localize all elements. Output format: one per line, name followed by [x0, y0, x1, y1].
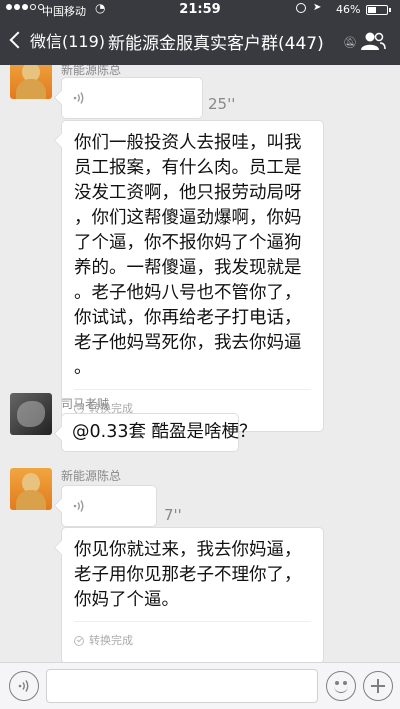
back-button[interactable]: 微信(119)	[8, 28, 105, 52]
transcription-line: 。	[74, 358, 92, 378]
transcription-line: 你试试，你再给老子打电话，	[74, 308, 302, 328]
battery-icon	[366, 5, 391, 15]
nav-bar: 微信(119) 新能源金服真实客户群(447) 🔕︎	[0, 20, 400, 65]
voice-message[interactable]	[61, 77, 203, 119]
avatar[interactable]	[10, 468, 52, 510]
conversion-status-label: 转换完成	[89, 634, 133, 647]
sender-name: 司马老贼	[61, 397, 110, 411]
avatar[interactable]	[10, 65, 52, 99]
voice-input-button[interactable]	[9, 671, 39, 701]
check-circle-icon	[74, 635, 84, 646]
location-icon: ➤	[313, 2, 322, 13]
more-options-button[interactable]	[363, 671, 393, 701]
transcription-line: 员工报案，有什么肉。员工是	[74, 158, 302, 178]
back-label: 微信(119)	[30, 32, 106, 51]
transcription-line: 老子用你见那老子不理你了，	[74, 565, 302, 585]
transcription-line: 养的。一帮傻逼，我发现就是	[74, 258, 302, 278]
mute-icon: 🔕︎	[343, 36, 357, 49]
status-bar: 中国移动 ◔ 21:59 ➤ 46%	[0, 0, 400, 20]
transcription-line: ，你们这帮傻逼劲爆啊，你妈	[74, 208, 302, 228]
transcription-line: 你见你就过来，我去你妈逼，	[74, 540, 302, 560]
voice-duration: 25''	[208, 95, 236, 113]
transcription-line: 了个逼，你不报你妈了个逼狗	[74, 233, 302, 253]
voice-transcription[interactable]: 你们一般投资人去报哇，叫我 员工报案，有什么肉。员工是 没发工资啊，他只报劳动局…	[61, 120, 324, 432]
voice-wave-icon	[73, 92, 84, 104]
group-info-icon[interactable]	[360, 31, 386, 51]
avatar[interactable]	[10, 393, 52, 435]
transcription-line: 你妈了个逼。	[74, 590, 179, 610]
battery-percent: 46%	[336, 3, 361, 16]
rotation-lock-icon	[296, 3, 306, 13]
voice-wave-icon	[73, 500, 84, 512]
transcription-line: 老子他妈骂死你，我去你妈逼	[74, 333, 302, 353]
transcription-line: 你们一般投资人去报哇，叫我	[74, 133, 302, 153]
voice-message[interactable]	[61, 485, 157, 527]
text-message[interactable]: @0.33套 酷盈是啥梗？	[61, 413, 257, 452]
voice-wave-icon	[18, 680, 29, 692]
voice-transcription[interactable]: 你见你就过来，我去你妈逼， 老子用你见那老子不理你了， 你妈了个逼。 转换完成	[61, 527, 324, 662]
smile-icon	[334, 686, 348, 693]
chevron-left-icon	[9, 31, 27, 49]
voice-duration: 7''	[164, 506, 182, 524]
message-input[interactable]	[46, 669, 318, 703]
top-bar: 中国移动 ◔ 21:59 ➤ 46% 微信(119) 新能源金服真实客户群(44…	[0, 0, 400, 65]
chat-area[interactable]: 新能源陈总 25'' 你们一般投资人去报哇，叫我 员工报案，有什么肉。员工是 没…	[0, 65, 400, 662]
message-text: @0.33套 酷盈是啥梗？	[72, 422, 257, 442]
chat-title: 新能源金服真实客户群(447)	[108, 34, 324, 54]
emoji-button[interactable]	[326, 671, 356, 701]
transcription-line: 没发工资啊，他只报劳动局呀	[74, 183, 302, 203]
conversion-status: 转换完成	[74, 621, 311, 653]
sender-name: 新能源陈总	[61, 469, 122, 483]
transcription-line: 。老子他妈八号也不管你了，	[74, 283, 302, 303]
input-bar	[0, 662, 400, 709]
